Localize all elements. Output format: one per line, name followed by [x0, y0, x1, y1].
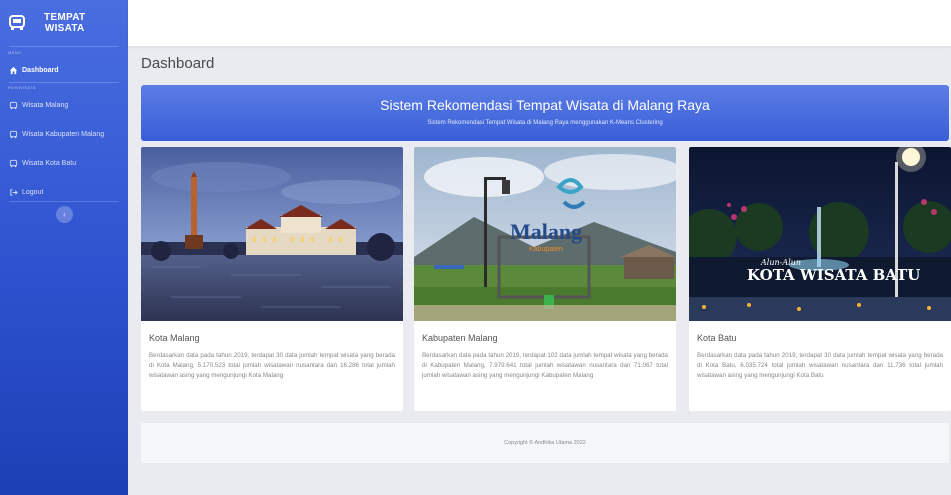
- hero-banner: Sistem Rekomendasi Tempat Wisata di Mala…: [141, 85, 949, 141]
- page-title: Dashboard: [141, 55, 215, 72]
- bus-icon: [9, 101, 18, 110]
- sidebar-divider: [9, 46, 119, 47]
- bus-icon: [9, 159, 18, 168]
- sidebar-item-label: Wisata Kota Batu: [22, 159, 77, 167]
- sidebar-toggle-button[interactable]: ‹: [56, 206, 73, 223]
- hero-title: Sistem Rekomendasi Tempat Wisata di Mala…: [380, 97, 710, 113]
- section-heading: PARIWISATA: [8, 85, 36, 90]
- logout-icon: [9, 188, 18, 197]
- card-kabupaten-malang: Malang Kabupaten Kabupaten Malang Berdas…: [414, 147, 676, 411]
- sidebar: TEMPAT WISATA MENU Dashboard PARIWISATA …: [0, 0, 128, 495]
- copyright-text: Copyright © Andhika Utama 2022: [504, 440, 586, 446]
- brand-line1: TEMPAT: [44, 12, 86, 23]
- brand-line2: WISATA: [44, 23, 85, 34]
- card-title: Kabupaten Malang: [422, 333, 498, 343]
- card-description: Berdasarkan data pada tahun 2019, terdap…: [149, 352, 395, 379]
- card-title: Kota Batu: [697, 333, 737, 343]
- sidebar-item-label: Wisata Kabupaten Malang: [22, 130, 105, 138]
- sidebar-item-wisata-kabupaten-malang[interactable]: Wisata Kabupaten Malang: [0, 124, 128, 144]
- sidebar-item-wisata-kota-batu[interactable]: Wisata Kota Batu: [0, 153, 128, 173]
- card-kota-malang: Kota Malang Berdasarkan data pada tahun …: [141, 147, 403, 411]
- sidebar-divider: [9, 201, 119, 202]
- brand-text: TEMPAT WISATA: [44, 12, 85, 34]
- sidebar-item-label: Wisata Malang: [22, 101, 69, 109]
- home-icon: [9, 66, 18, 75]
- sidebar-item-dashboard[interactable]: Dashboard: [0, 60, 128, 80]
- menu-heading: MENU: [8, 50, 22, 55]
- sidebar-item-label: Dashboard: [22, 66, 59, 74]
- bus-icon: [9, 130, 18, 139]
- chevron-left-icon: ‹: [63, 210, 66, 219]
- kabupaten-malang-image: Malang Kabupaten: [414, 147, 676, 321]
- sidebar-divider: [9, 82, 119, 83]
- kota-malang-image: [141, 147, 403, 321]
- card-title: Kota Malang: [149, 333, 200, 343]
- brand[interactable]: TEMPAT WISATA: [0, 0, 128, 46]
- topbar: [128, 0, 951, 46]
- card-kota-batu: Alun-Alun KOTA WISATA BATU Kota Batu Ber…: [689, 147, 951, 411]
- card-description: Berdasarkan data pada tahun 2019, terdap…: [697, 352, 943, 379]
- bus-icon: [8, 14, 26, 32]
- card-description: Berdasarkan data pada tahun 2019, terdap…: [422, 352, 668, 379]
- kabupaten-sign: Kabupaten: [529, 246, 563, 253]
- hero-subtitle: Sistem Rekomendasi Tempat Wisata di Mala…: [427, 120, 663, 126]
- malang-sign: Malang: [510, 219, 582, 244]
- sidebar-item-wisata-malang[interactable]: Wisata Malang: [0, 95, 128, 115]
- footer: Copyright © Andhika Utama 2022: [141, 423, 949, 463]
- sidebar-item-logout[interactable]: Logout: [0, 182, 128, 202]
- kota-wisata-batu-sign: KOTA WISATA BATU: [747, 266, 920, 284]
- kota-batu-image: Alun-Alun KOTA WISATA BATU: [689, 147, 951, 321]
- sidebar-item-label: Logout: [22, 188, 44, 196]
